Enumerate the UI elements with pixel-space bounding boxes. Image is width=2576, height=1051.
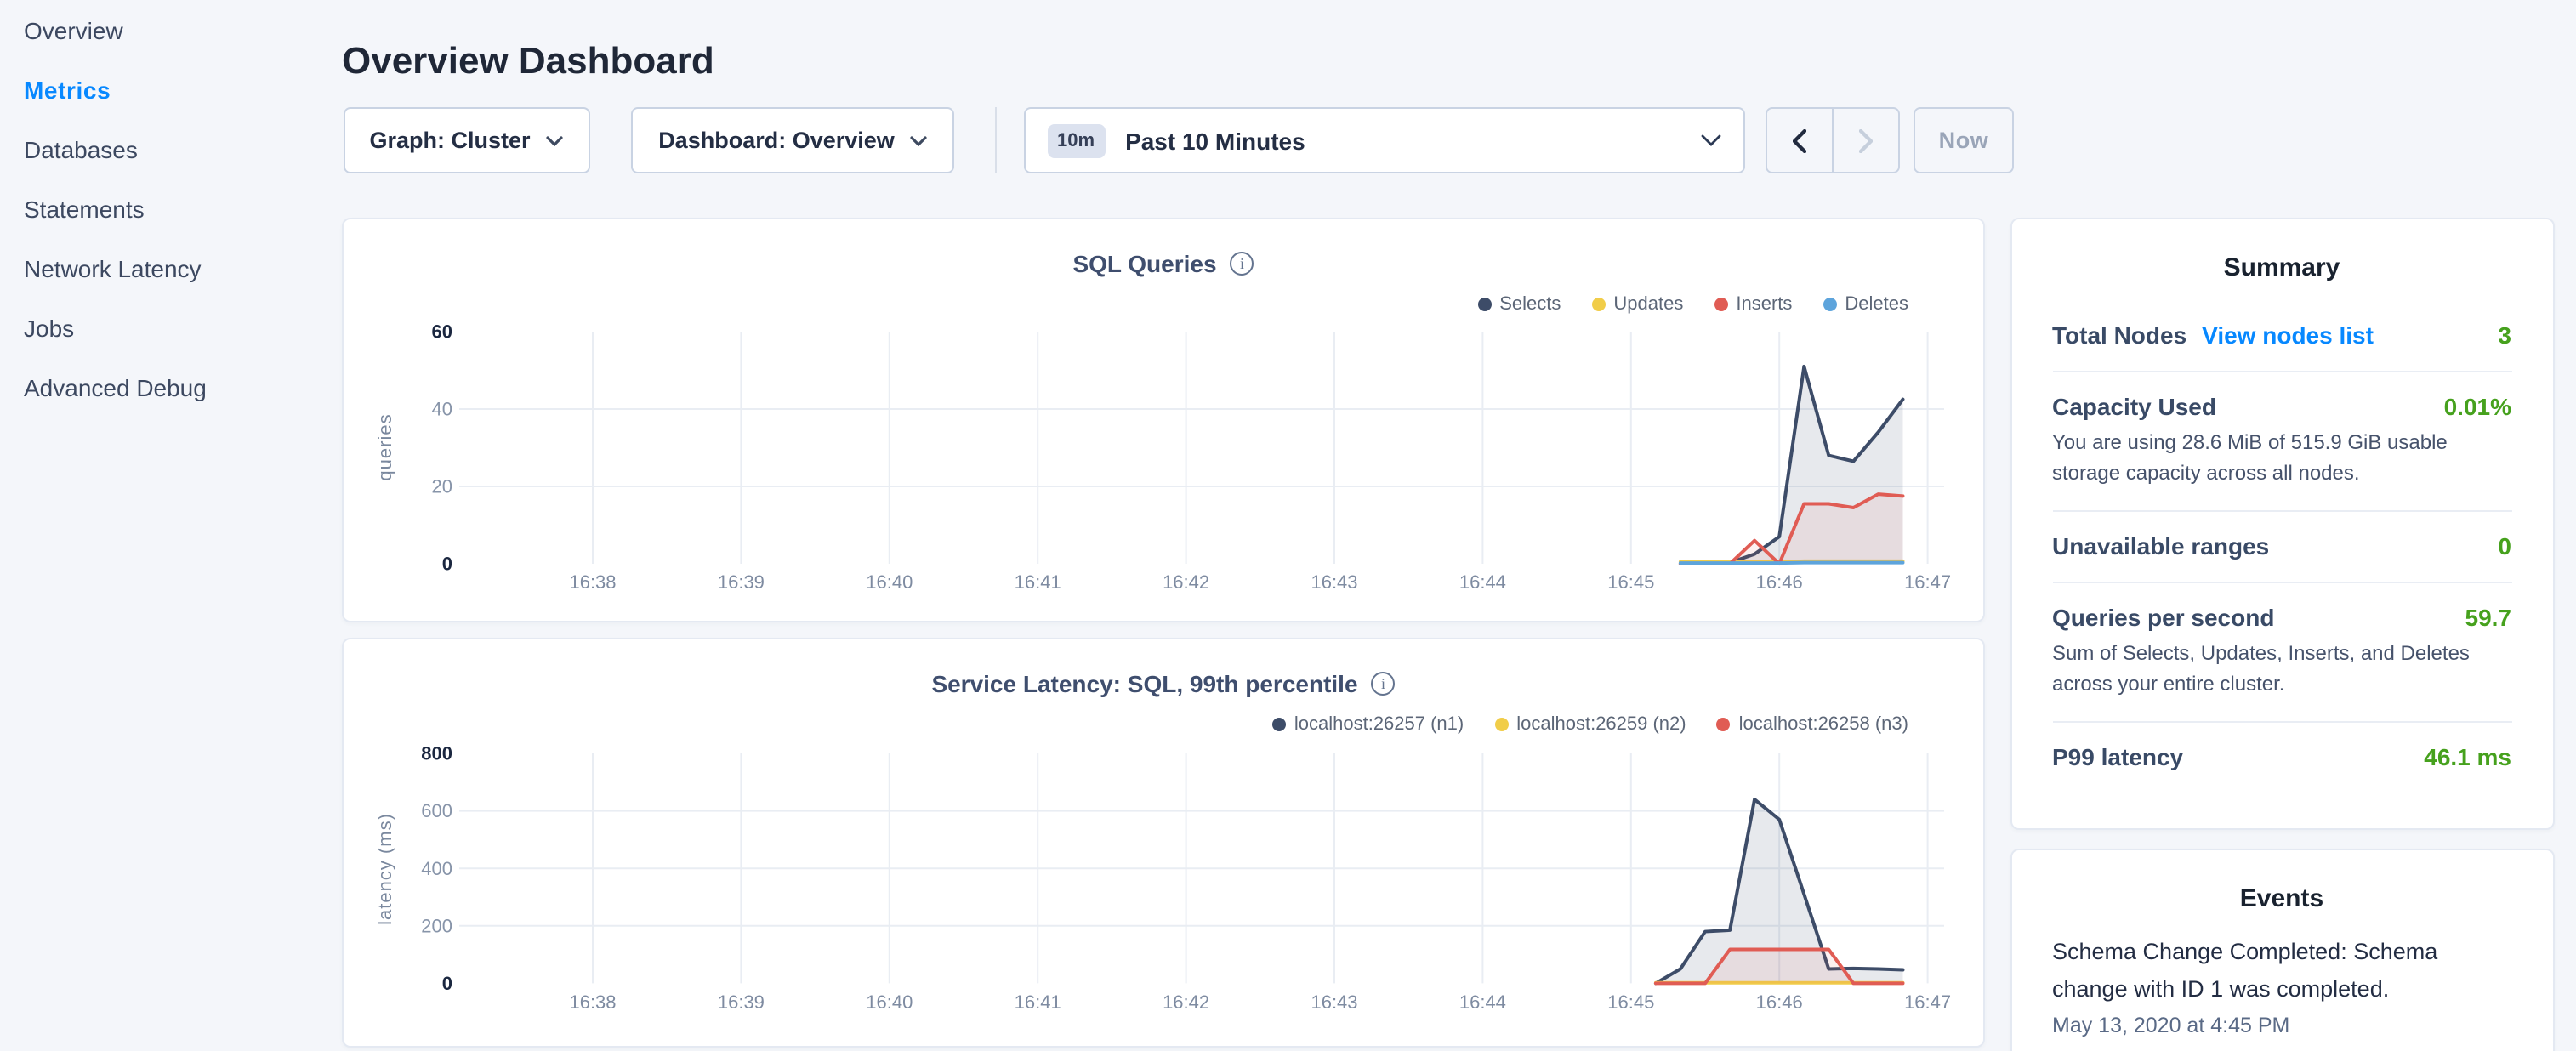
summary-row-capacity-used: Capacity Used 0.01% You are using 28.6 M… [2052,372,2511,512]
svg-text:16:42: 16:42 [1163,991,1209,1012]
view-nodes-list-link[interactable]: View nodes list [2202,321,2374,349]
queries-per-second-value: 59.7 [2465,604,2512,631]
total-nodes-value: 3 [2498,321,2511,349]
sql-queries-chart-card: SQL Queries i SelectsUpdatesInsertsDelet… [342,218,1985,622]
svg-text:latency (ms): latency (ms) [374,812,395,924]
summary-panel: Summary Total Nodes View nodes list 3 Ca… [2010,218,2554,830]
svg-text:16:46: 16:46 [1756,571,1803,593]
capacity-used-value: 0.01% [2444,393,2511,420]
time-range-picker[interactable]: 10m Past 10 Minutes [1023,107,1745,173]
events-panel: Events Schema Change Completed: Schema c… [2010,849,2554,1051]
svg-text:200: 200 [421,914,452,935]
sidebar: Overview Metrics Databases Statements Ne… [0,0,340,1051]
event-item-timestamp: May 13, 2020 at 4:45 PM [2052,1014,2511,1037]
svg-text:16:41: 16:41 [1015,571,1061,593]
svg-text:16:47: 16:47 [1904,991,1951,1012]
svg-text:16:43: 16:43 [1311,991,1357,1012]
sql-queries-chart[interactable]: 16:38 16:39 16:40 16:41 16:42 16:43 16:44 16:45… [344,219,1983,621]
summary-row-total-nodes: Total Nodes View nodes list 3 [2052,301,2511,372]
svg-text:queries: queries [374,413,395,480]
chevron-down-icon [910,135,927,145]
service-latency-chart-card: Service Latency: SQL, 99th percentile i … [342,637,1985,1048]
svg-text:16:38: 16:38 [569,571,616,593]
chevron-down-icon [1701,134,1721,146]
svg-text:16:39: 16:39 [718,571,765,593]
svg-text:20: 20 [432,476,452,497]
previous-time-button[interactable] [1767,109,1834,172]
queries-per-second-subtext: Sum of Selects, Updates, Inserts, and De… [2052,639,2511,699]
app-viewport: Overview Metrics Databases Statements Ne… [0,0,2576,1051]
svg-text:0: 0 [442,554,452,575]
svg-text:600: 600 [421,799,452,821]
sidebar-item-databases[interactable]: Databases [0,119,340,179]
svg-text:16:43: 16:43 [1311,571,1357,593]
svg-text:16:38: 16:38 [569,991,616,1012]
time-range-badge: 10m [1047,123,1105,157]
svg-text:16:41: 16:41 [1015,991,1061,1012]
chevron-right-icon [1859,128,1873,152]
svg-text:40: 40 [432,399,452,420]
sidebar-item-statements[interactable]: Statements [0,179,340,238]
toolbar-divider [994,107,996,173]
svg-text:16:40: 16:40 [866,571,913,593]
svg-text:16:39: 16:39 [718,991,765,1012]
p99-latency-value: 46.1 ms [2424,743,2511,770]
event-item-text: Schema Change Completed: Schema change w… [2052,934,2511,1007]
unavailable-ranges-value: 0 [2498,532,2511,560]
chevron-down-icon [546,135,563,145]
sidebar-item-jobs[interactable]: Jobs [0,298,340,357]
svg-text:16:44: 16:44 [1459,991,1506,1012]
svg-text:16:42: 16:42 [1163,571,1209,593]
svg-text:16:44: 16:44 [1459,571,1506,593]
sidebar-item-network-latency[interactable]: Network Latency [0,238,340,298]
next-time-button[interactable] [1834,109,1898,172]
service-latency-chart[interactable]: 16:38 16:39 16:40 16:41 16:42 16:43 16:44 16:45… [344,639,1983,1045]
toolbar: Graph: Cluster Dashboard: Overview 10m P… [343,107,2035,173]
svg-text:16:45: 16:45 [1607,571,1654,593]
svg-text:60: 60 [432,321,452,343]
svg-text:16:47: 16:47 [1904,571,1951,593]
capacity-used-subtext: You are using 28.6 MiB of 515.9 GiB usab… [2052,429,2511,488]
svg-text:16:45: 16:45 [1607,991,1654,1012]
dashboard-dropdown[interactable]: Dashboard: Overview [631,107,954,173]
graph-dropdown[interactable]: Graph: Cluster [343,107,589,173]
summary-title: Summary [2052,219,2511,282]
svg-text:400: 400 [421,857,452,878]
events-title: Events [2052,850,2511,913]
page-title: Overview Dashboard [342,39,714,83]
sidebar-item-overview[interactable]: Overview [0,0,340,60]
svg-text:800: 800 [421,742,452,764]
svg-text:16:46: 16:46 [1756,991,1803,1012]
sidebar-item-metrics[interactable]: Metrics [0,60,340,119]
summary-row-unavailable-ranges: Unavailable ranges 0 [2052,512,2511,583]
summary-row-queries-per-second: Queries per second 59.7 Sum of Selects, … [2052,583,2511,723]
chevron-left-icon [1793,128,1806,152]
sidebar-item-advanced-debug[interactable]: Advanced Debug [0,357,340,417]
time-step-buttons [1766,107,1900,173]
now-button[interactable]: Now [1914,107,2014,173]
summary-row-p99-latency: P99 latency 46.1 ms [2052,723,2511,793]
svg-text:0: 0 [442,972,452,993]
svg-text:16:40: 16:40 [866,991,913,1012]
time-range-label: Past 10 Minutes [1125,127,1305,154]
